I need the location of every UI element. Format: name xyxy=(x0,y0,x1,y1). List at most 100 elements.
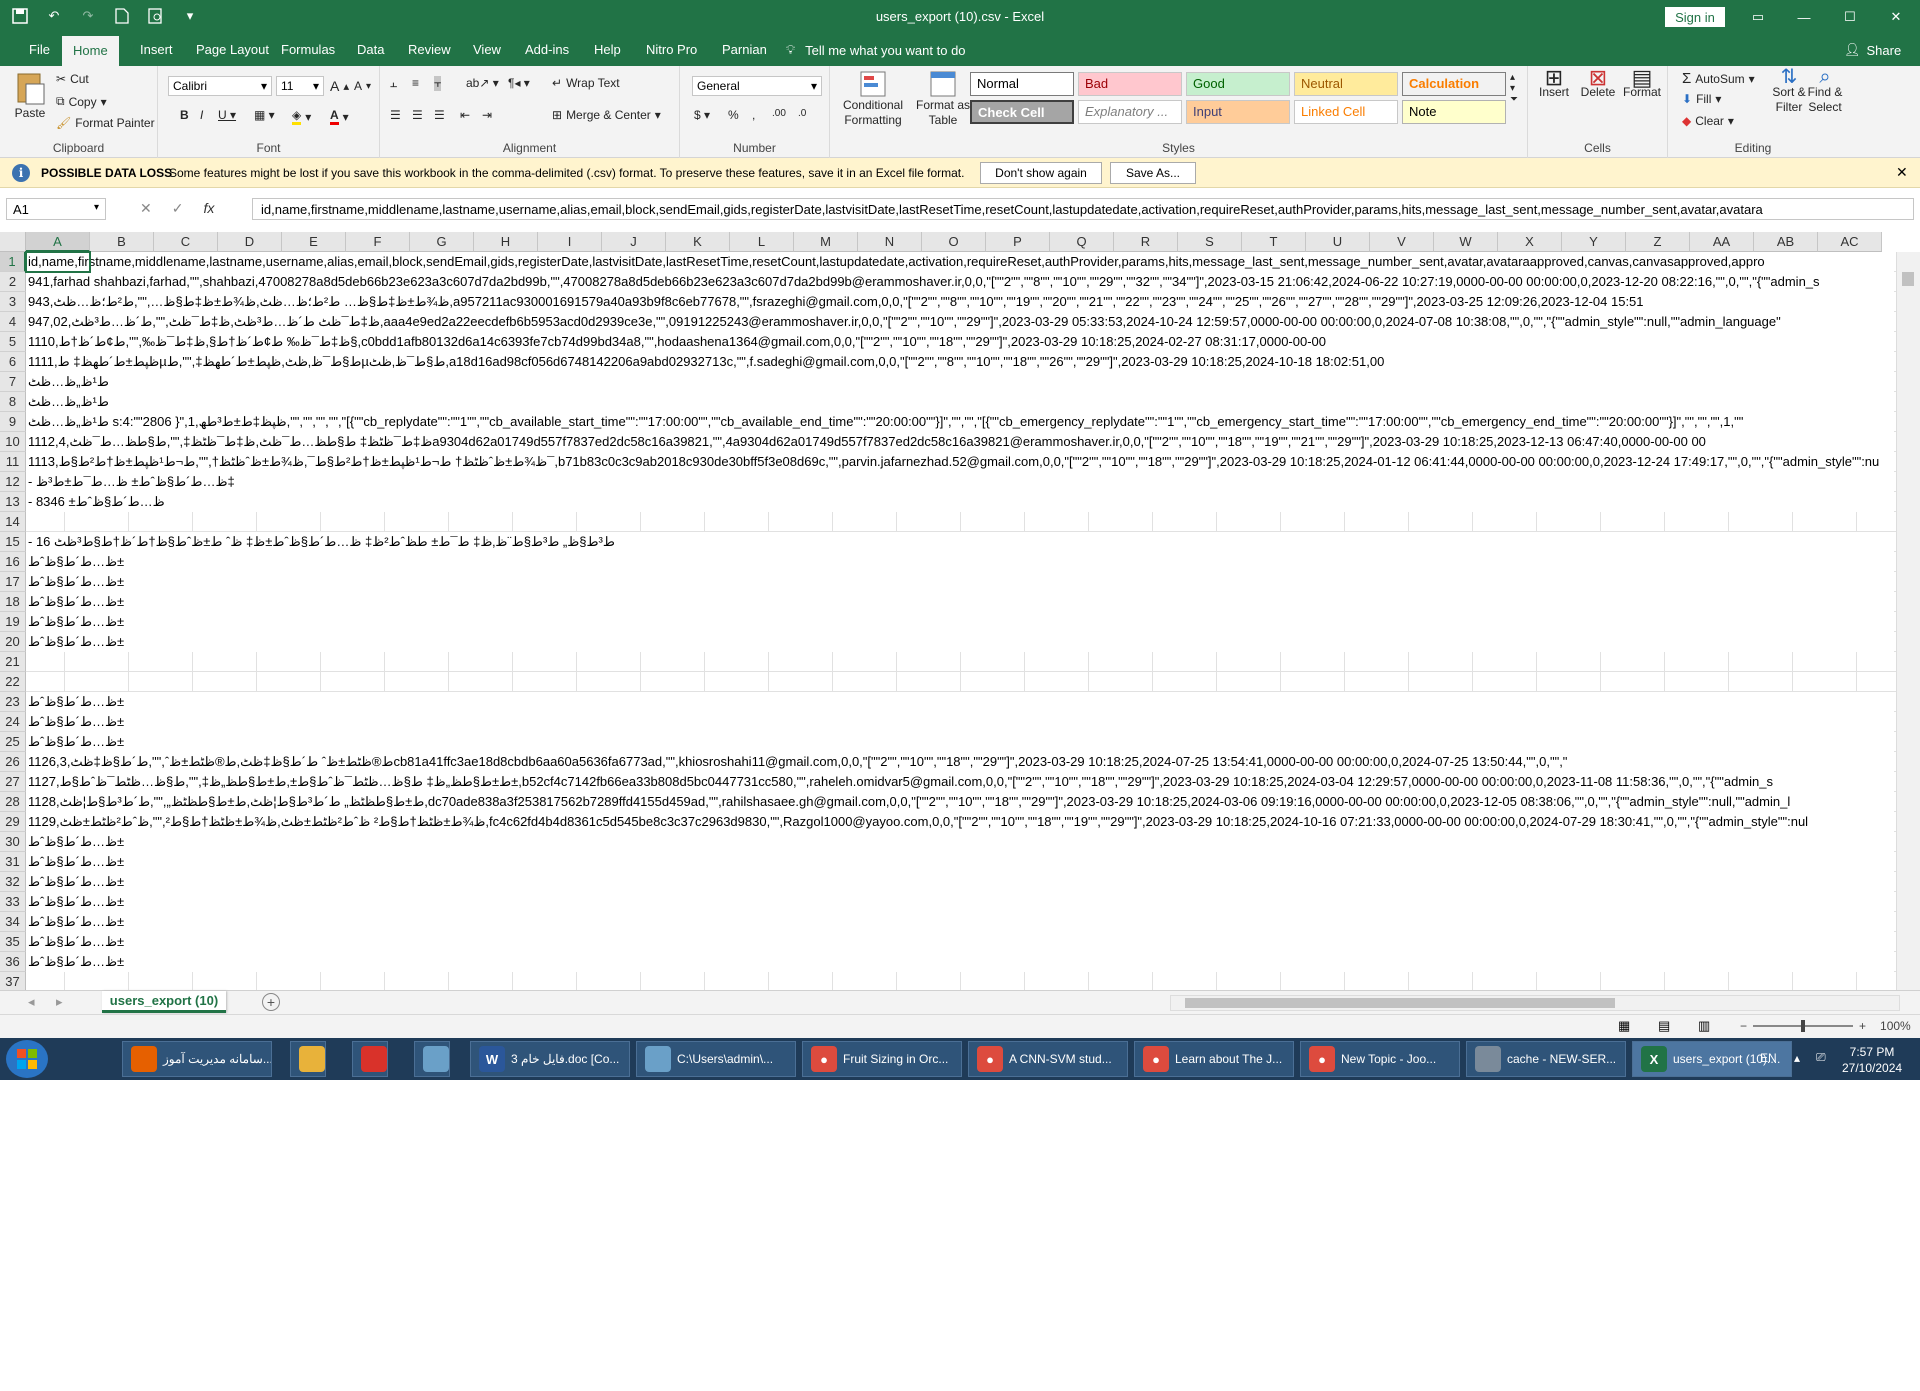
clear-button[interactable]: ◆ Clear ▾ xyxy=(1682,114,1734,128)
windows-start-icon[interactable] xyxy=(6,1040,48,1078)
column-header[interactable]: N xyxy=(858,232,922,252)
column-header[interactable]: R xyxy=(1114,232,1178,252)
paste-button[interactable]: Paste xyxy=(10,70,50,121)
decrease-decimal-icon[interactable]: .0 xyxy=(798,108,806,119)
column-header[interactable]: W xyxy=(1434,232,1498,252)
row-header[interactable]: 29 xyxy=(0,812,26,832)
page-break-view-icon[interactable]: ▥ xyxy=(1698,1018,1710,1034)
row-header[interactable]: 33 xyxy=(0,892,26,912)
column-header[interactable]: X xyxy=(1498,232,1562,252)
taskbar-item[interactable]: C:\Users\admin\... xyxy=(636,1041,796,1077)
table-row[interactable]: ظ…ط´ط§ظˆط± xyxy=(26,612,1894,632)
save-as-button[interactable]: Save As... xyxy=(1110,162,1196,184)
language-indicator[interactable]: EN xyxy=(1760,1051,1777,1065)
tab-add-ins[interactable]: Add-ins xyxy=(514,34,580,66)
taskbar-item[interactable]: ● Learn about The J... xyxy=(1134,1041,1294,1077)
confirm-formula-icon[interactable]: ✓ xyxy=(172,200,184,217)
row-header[interactable]: 8 xyxy=(0,392,26,412)
fill-color-icon[interactable]: ◈ ▾ xyxy=(292,108,311,125)
insert-cells-button[interactable]: ⊞ Insert xyxy=(1534,67,1574,100)
delete-cells-button[interactable]: ⊠ Delete xyxy=(1578,67,1618,100)
taskbar-item[interactable]: cache - NEW-SER... xyxy=(1466,1041,1626,1077)
tab-formulas[interactable]: Formulas xyxy=(270,34,346,66)
table-row[interactable]: ط¹ظ„ظ…ظٹ s:4:""2806 }",ظپظ‡ط±ط³طھ,1,"","… xyxy=(26,412,1894,432)
row-header[interactable]: 37 xyxy=(0,972,26,990)
style-good[interactable]: Good xyxy=(1186,72,1290,96)
taskbar-item[interactable]: سامانه مدیریت آموز... xyxy=(122,1041,272,1077)
share-button[interactable]: 👤︎ Share xyxy=(1844,34,1901,66)
row-header[interactable]: 26 xyxy=(0,752,26,772)
row-header[interactable]: 32 xyxy=(0,872,26,892)
table-row[interactable]: ظ…ط´ط§ظˆط± xyxy=(26,572,1894,592)
column-header[interactable]: E xyxy=(282,232,346,252)
style-input[interactable]: Input xyxy=(1186,100,1290,124)
table-row[interactable]: 1113,ظ¾ط±ظˆظٹظ† ط¬ط¹ظپط±ظ†ط²ط§ط¯,ظ¾ط±ظˆظ… xyxy=(26,452,1894,472)
taskbar-item[interactable]: W 3 فایل خام.doc [Co... xyxy=(470,1041,630,1077)
tab-parnian[interactable]: Parnian xyxy=(711,34,778,66)
percent-icon[interactable]: % xyxy=(728,108,739,122)
column-header[interactable]: P xyxy=(986,232,1050,252)
table-row[interactable]: ظ…ط´ط§ظˆط± xyxy=(26,832,1894,852)
table-row[interactable]: - ظ…ط´ط§ظˆط± ظ…ط¯ط±ط³ظ‡ xyxy=(26,472,1894,492)
column-header[interactable]: K xyxy=(666,232,730,252)
column-header[interactable]: Q xyxy=(1050,232,1114,252)
row-header[interactable]: 9 xyxy=(0,412,26,432)
column-header[interactable]: Z xyxy=(1626,232,1690,252)
table-row[interactable]: ظ…ط´ط§ظˆط± xyxy=(26,712,1894,732)
row-header[interactable]: 19 xyxy=(0,612,26,632)
column-header[interactable]: S xyxy=(1178,232,1242,252)
table-row[interactable]: id,name,firstname,middlename,lastname,us… xyxy=(26,252,1894,272)
conditional-formatting-button[interactable]: Conditional Formatting xyxy=(838,70,908,128)
row-header[interactable]: 4 xyxy=(0,312,26,332)
row-header[interactable]: 31 xyxy=(0,852,26,872)
row-header[interactable]: 23 xyxy=(0,692,26,712)
align-right-icon[interactable]: ☰ xyxy=(434,108,445,122)
ribbon-display-options-icon[interactable]: ▭ xyxy=(1735,0,1781,34)
print-preview-icon[interactable] xyxy=(146,6,166,26)
taskbar-item[interactable]: ● Fruit Sizing in Orc... xyxy=(802,1041,962,1077)
top-align-icon[interactable]: ⫠ xyxy=(390,76,397,91)
column-header[interactable]: G xyxy=(410,232,474,252)
select-all-corner[interactable] xyxy=(0,232,26,252)
row-header[interactable]: 27 xyxy=(0,772,26,792)
table-row[interactable]: ظ…ط´ط§ظˆط± xyxy=(26,952,1894,972)
worksheet-grid[interactable]: A B C D E F G H I J K L M N O P Q R S T U V W X Y Z AA AB AC 1234567… xyxy=(0,232,1920,990)
save-icon[interactable] xyxy=(10,6,30,26)
table-row[interactable]: ظ…ط´ط§ظˆط± xyxy=(26,852,1894,872)
tab-page-layout[interactable]: Page Layout xyxy=(185,34,280,66)
format-as-table-button[interactable]: Format as Table xyxy=(914,70,972,128)
tab-nitro-pro[interactable]: Nitro Pro xyxy=(635,34,708,66)
sign-in-button[interactable]: Sign in xyxy=(1665,7,1725,27)
number-format-select[interactable]: General ▾ xyxy=(692,76,822,96)
table-row[interactable]: 1129,ظ¾ط±ظٹظ†ط§ط² ظˆط²ظٹط±ظٹ,ظ¾ط±ظٹظ†ط§ط… xyxy=(26,812,1894,832)
style-neutral[interactable]: Neutral xyxy=(1294,72,1398,96)
row-header[interactable]: 11 xyxy=(0,452,26,472)
style-bad[interactable]: Bad xyxy=(1078,72,1182,96)
tab-help[interactable]: Help xyxy=(583,34,632,66)
normal-view-icon[interactable]: ▦ xyxy=(1618,1018,1630,1034)
row-header[interactable]: 24 xyxy=(0,712,26,732)
table-row[interactable]: ظ…ط´ط§ظˆط± xyxy=(26,732,1894,752)
style-note[interactable]: Note xyxy=(1402,100,1506,124)
row-header[interactable]: 15 xyxy=(0,532,26,552)
column-header[interactable]: AC xyxy=(1818,232,1882,252)
find-select-button[interactable]: ⌕ Find & Select xyxy=(1808,67,1843,115)
minimize-icon[interactable]: — xyxy=(1781,0,1827,34)
taskbar-item[interactable] xyxy=(414,1041,450,1077)
row-header[interactable]: 13 xyxy=(0,492,26,512)
styles-gallery-scroll[interactable]: ▴ ▾ ⏷ xyxy=(1510,72,1518,105)
font-color-icon[interactable]: A ▾ xyxy=(330,108,349,125)
style-normal[interactable]: Normal xyxy=(970,72,1074,96)
network-icon[interactable]: ⎚ xyxy=(1816,1050,1826,1065)
row-header[interactable]: 17 xyxy=(0,572,26,592)
redo-icon[interactable]: ↷ xyxy=(78,6,98,26)
row-header[interactable]: 2 xyxy=(0,272,26,292)
style-explanatory[interactable]: Explanatory ... xyxy=(1078,100,1182,124)
table-row[interactable]: 1126,ط®ظٹط±ظˆ ط´ط§ظ‡ظٹ,ط®ظٹط±ظˆ,"",ط´ط§ظ… xyxy=(26,752,1894,772)
decrease-indent-icon[interactable]: ⇤ xyxy=(460,108,470,122)
table-row[interactable]: ظ…ط´ط§ظˆط± xyxy=(26,592,1894,612)
style-calculation[interactable]: Calculation xyxy=(1402,72,1506,96)
tab-home[interactable]: Home xyxy=(62,36,119,66)
row-header[interactable]: 14 xyxy=(0,512,26,532)
sort-filter-button[interactable]: ⇅ Sort & Filter xyxy=(1772,67,1806,115)
